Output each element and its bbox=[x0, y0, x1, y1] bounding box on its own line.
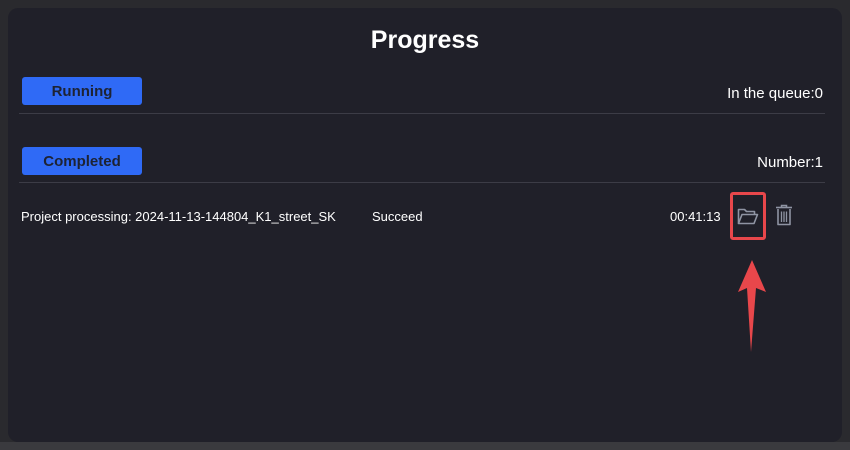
divider bbox=[19, 113, 825, 114]
task-status: Succeed bbox=[372, 209, 423, 224]
open-folder-button[interactable] bbox=[730, 192, 766, 240]
folder-open-icon bbox=[737, 208, 759, 225]
page-title: Progress bbox=[370, 26, 480, 54]
progress-panel: Progress Running In the queue:0 Complete… bbox=[8, 8, 842, 442]
trash-icon bbox=[776, 204, 792, 226]
queue-count: In the queue:0 bbox=[727, 85, 823, 102]
running-tab-button[interactable]: Running bbox=[22, 77, 142, 105]
completed-tab-button[interactable]: Completed bbox=[22, 147, 142, 175]
task-name: Project processing: 2024-11-13-144804_K1… bbox=[21, 209, 336, 224]
completed-count: Number:1 bbox=[757, 154, 823, 171]
task-duration: 00:41:13 bbox=[670, 209, 721, 224]
divider bbox=[19, 182, 825, 183]
task-row: Project processing: 2024-11-13-144804_K1… bbox=[8, 202, 842, 232]
arrow-up-icon bbox=[738, 260, 766, 352]
bottom-bar bbox=[0, 442, 850, 450]
delete-button[interactable] bbox=[772, 202, 796, 228]
